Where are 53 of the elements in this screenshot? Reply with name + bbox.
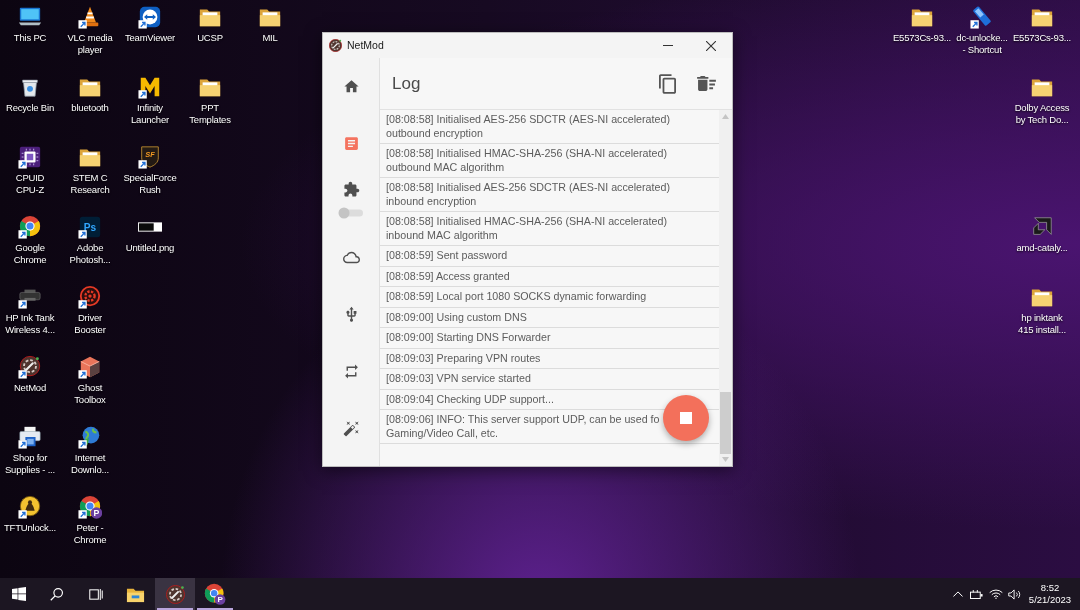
log-entry: [08:08:59] Access granted [380,266,719,287]
log-entry: [08:08:58] Initialised HMAC-SHA-256 (SHA-NI accelerated) inbound MAC algorithm [380,212,719,246]
gear-icon [78,285,102,309]
wifi-icon [988,589,1003,599]
browser-icon: P [78,495,102,519]
log-entry: [08:08:58] Initialised HMAC-SHA-256 (SHA-NI accelerated) outbound MAC algorithm [380,144,719,178]
emblem-icon [165,584,185,604]
printer-icon [18,425,42,449]
letter-tile-icon: Ps [78,215,102,239]
page-title: Log [392,72,421,95]
log-entry: [08:08:58] Initialised AES-256 SDCTR (AES-NI accelerated) outbound encryption [380,110,719,144]
cube-icon [78,355,102,379]
taskbar-app[interactable] [155,578,195,610]
battery-icon [970,589,983,599]
cloud-icon [342,249,360,266]
stop-button[interactable] [663,395,709,441]
medallion-icon [18,495,42,519]
log-entry: [08:08:59] Local port 1080 SOCKS dynamic forwarding [380,287,719,308]
log-entry: [08:09:03] VPN service started [380,369,719,390]
arrow-up-icon[interactable] [722,114,729,119]
scrollbar-thumb[interactable] [720,392,731,454]
toggle-switch[interactable] [338,207,364,219]
delete-sweep-icon [696,76,716,91]
copy-icon [658,73,676,94]
arrow-tile-icon [138,5,162,29]
home-icon [342,78,360,95]
document-icon [342,135,360,152]
log-entry: [08:08:58] Initialised AES-256 SDCTR (AES-NI accelerated) inbound encryption [380,178,719,212]
emblem-icon [18,355,42,379]
repeat-icon [342,363,360,380]
log-entry: [08:08:59] Sent password [380,246,719,267]
task-view-icon [88,587,103,601]
log-entry: [08:09:00] Using custom DNS [380,307,719,328]
log-entry: [08:09:03] Preparing VPN routes [380,348,719,369]
window-title: NetMod [347,37,384,53]
stop-icon [680,412,692,424]
clock[interactable]: 8:52 5/21/2023 [1026,578,1074,610]
search-icon [49,587,64,601]
emblem-icon [329,39,342,52]
volume-icon [1008,588,1021,600]
m-logo-icon [138,75,162,99]
arrow-down-icon[interactable] [722,457,729,462]
minimize-icon [662,45,673,46]
chip-icon [18,145,42,169]
magic-wand-icon [342,420,360,437]
globe-icon [78,425,102,449]
chevron-up-icon [952,591,963,597]
log-entry: [08:09:00] Starting DNS Forwarder [380,328,719,349]
browser-icon [18,215,42,239]
start-icon [11,587,26,601]
close-icon [706,40,716,51]
shield-icon: SF [138,145,162,169]
puzzle-icon [342,180,360,198]
